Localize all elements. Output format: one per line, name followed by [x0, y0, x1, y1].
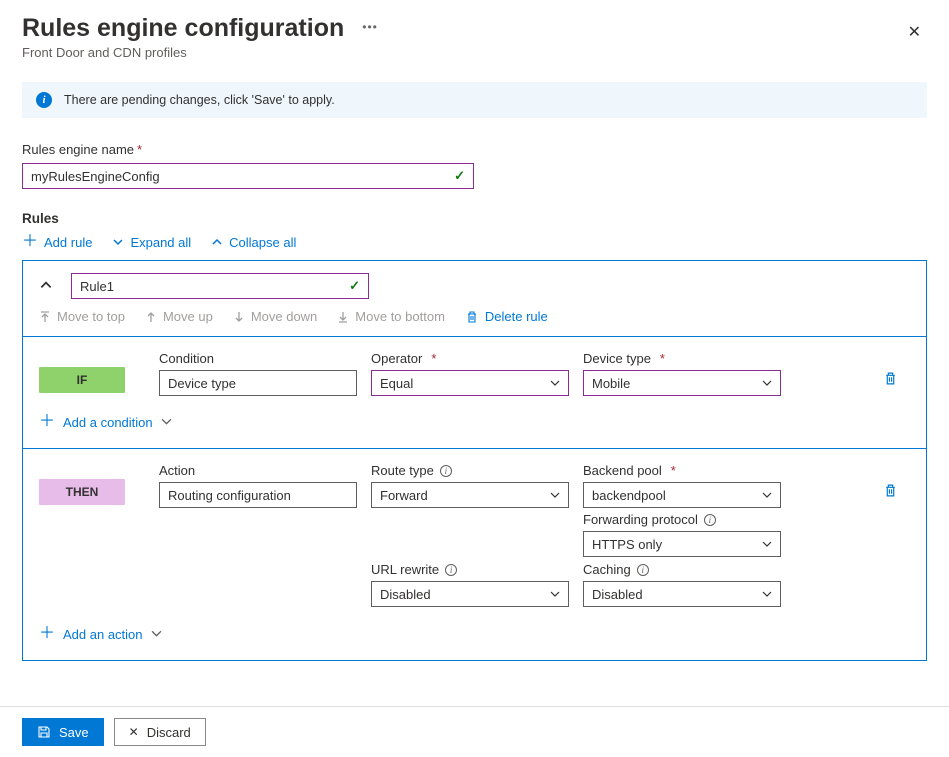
url-rewrite-select[interactable]: Disabled	[371, 581, 569, 607]
caching-select[interactable]: Disabled	[583, 581, 781, 607]
if-pill: IF	[39, 367, 125, 393]
info-icon[interactable]: i	[704, 514, 716, 526]
chevron-down-icon	[762, 539, 772, 549]
delete-condition-icon[interactable]	[883, 371, 898, 389]
delete-rule-button[interactable]: Delete rule	[465, 309, 548, 324]
page-title: Rules engine configuration	[22, 14, 344, 43]
arrow-up-icon	[145, 311, 157, 323]
page-subtitle: Front Door and CDN profiles	[22, 45, 927, 60]
move-to-bottom-button[interactable]: Move to bottom	[337, 309, 445, 324]
chevron-down-icon	[762, 589, 772, 599]
arrow-top-icon	[39, 311, 51, 323]
close-icon[interactable]: ✕	[902, 18, 927, 46]
device-type-label: Device type*	[583, 351, 793, 366]
add-condition-button[interactable]: ＋ Add a condition	[39, 414, 910, 430]
info-icon[interactable]: i	[445, 564, 457, 576]
chevron-down-icon	[550, 378, 560, 388]
forwarding-protocol-select[interactable]: HTTPS only	[583, 531, 781, 557]
rules-heading: Rules	[22, 211, 927, 226]
chevron-down-icon	[762, 490, 772, 500]
url-rewrite-label: URL rewrite i	[371, 562, 581, 577]
plus-icon: ＋	[39, 626, 55, 642]
route-type-select[interactable]: Forward	[371, 482, 569, 508]
rule-name-input[interactable]: Rule1	[71, 273, 369, 299]
chevron-down-icon	[550, 589, 560, 599]
trash-icon	[465, 310, 479, 324]
save-icon	[37, 725, 51, 739]
pending-changes-banner: i There are pending changes, click 'Save…	[22, 82, 927, 118]
chevron-down-icon	[550, 490, 560, 500]
arrow-down-icon	[233, 311, 245, 323]
save-button[interactable]: Save	[22, 718, 104, 746]
caching-label: Caching i	[583, 562, 793, 577]
chevron-down-icon	[161, 415, 172, 430]
route-type-label: Route type i	[371, 463, 581, 478]
move-to-top-button[interactable]: Move to top	[39, 309, 125, 324]
move-up-button[interactable]: Move up	[145, 309, 213, 324]
info-icon[interactable]: i	[637, 564, 649, 576]
arrow-bottom-icon	[337, 311, 349, 323]
backend-pool-label: Backend pool*	[583, 463, 793, 478]
condition-value[interactable]: Device type	[159, 370, 357, 396]
plus-icon: ＋	[22, 234, 38, 250]
action-label: Action	[159, 463, 369, 478]
forwarding-protocol-label: Forwarding protocol i	[583, 512, 793, 527]
collapse-all-button[interactable]: Collapse all	[211, 235, 296, 250]
collapse-rule-icon[interactable]	[39, 278, 53, 295]
device-type-select[interactable]: Mobile	[583, 370, 781, 396]
then-pill: THEN	[39, 479, 125, 505]
more-menu-icon[interactable]: •••	[362, 20, 378, 34]
rules-engine-name-input[interactable]: myRulesEngineConfig	[22, 163, 474, 189]
chevron-up-icon	[211, 236, 223, 248]
rule-card: Rule1 Move to top Move up Move down	[22, 260, 927, 661]
add-action-button[interactable]: ＋ Add an action	[39, 626, 910, 642]
info-icon: i	[36, 92, 52, 108]
chevron-down-icon	[112, 236, 124, 248]
info-icon[interactable]: i	[440, 465, 452, 477]
banner-text: There are pending changes, click 'Save' …	[64, 93, 335, 107]
discard-button[interactable]: ✕ Discard	[114, 718, 206, 746]
delete-action-icon[interactable]	[883, 483, 898, 501]
name-label: Rules engine name*	[22, 142, 927, 157]
move-down-button[interactable]: Move down	[233, 309, 317, 324]
condition-label: Condition	[159, 351, 369, 366]
action-value[interactable]: Routing configuration	[159, 482, 357, 508]
operator-label: Operator*	[371, 351, 581, 366]
operator-select[interactable]: Equal	[371, 370, 569, 396]
add-rule-button[interactable]: ＋ Add rule	[22, 234, 92, 250]
chevron-down-icon	[762, 378, 772, 388]
plus-icon: ＋	[39, 414, 55, 430]
discard-icon: ✕	[129, 725, 139, 739]
backend-pool-select[interactable]: backendpool	[583, 482, 781, 508]
expand-all-button[interactable]: Expand all	[112, 235, 191, 250]
chevron-down-icon	[151, 627, 162, 642]
